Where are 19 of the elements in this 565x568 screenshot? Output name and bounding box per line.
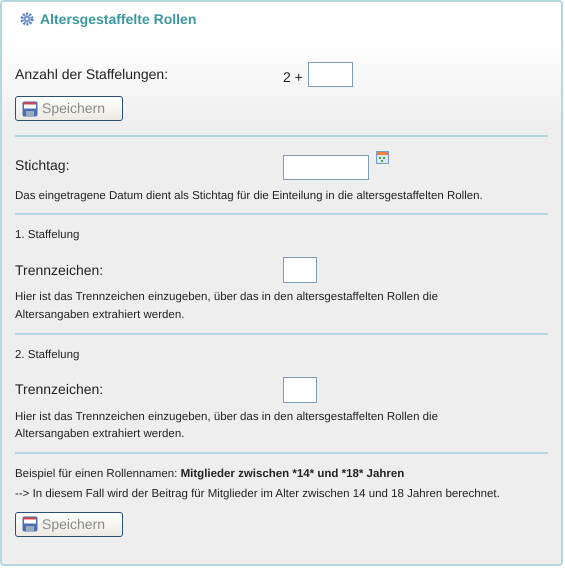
help-text: Hier ist das Trennzeichen einzugeben, über das in den altersgestaffelten Rollen die Altersangaben extrahiert werden.: [15, 410, 440, 442]
panel-title: Altersgestaffelte Rollen: [40, 10, 196, 29]
gear-icon: [20, 12, 34, 26]
input-field[interactable]: [308, 62, 353, 87]
section-heading: 1. Staffelung: [15, 228, 80, 244]
field-label: Stichtag:: [15, 156, 70, 175]
note-text: --> In diesem Fall wird der Beitrag für Mitglieder im Alter zwischen 14 und 18 Jahren berechnet.: [15, 487, 501, 502]
field-label: Trennzeichen:: [15, 380, 104, 400]
prefix-text: 2 +: [283, 68, 303, 87]
field-label: Trennzeichen:: [15, 260, 104, 280]
field-label: Anzahl der Staffelungen:: [15, 65, 170, 84]
help-text: Das eingetragene Datum dient als Stichtag für die Einteilung in die altersgestaffelten Rollen.: [15, 188, 484, 204]
input-field[interactable]: [283, 376, 317, 403]
input-field[interactable]: [283, 257, 317, 284]
help-text: Hier ist das Trennzeichen einzugeben, über das in den altersgestaffelten Rollen die Altersangaben extrahiert werden.: [15, 290, 440, 323]
example-text: Beispiel für einen Rollennamen: Mitglieder zwischen *14* und *18* Jahren: [15, 467, 406, 482]
calendar-icon[interactable]: [376, 150, 389, 164]
section-heading: 2. Staffelung: [15, 348, 80, 363]
date-field[interactable]: [283, 154, 369, 180]
